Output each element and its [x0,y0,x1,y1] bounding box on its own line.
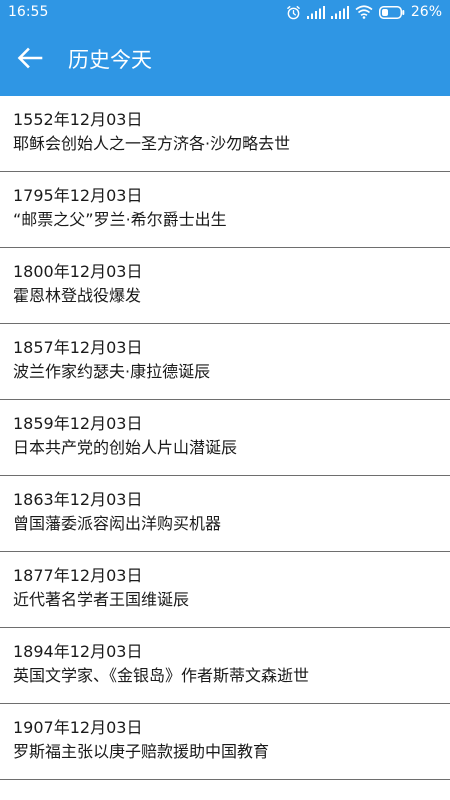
list-item[interactable]: 1907年12月03日 罗斯福主张以庚子赔款援助中国教育 [0,704,450,780]
arrow-left-icon [17,47,43,73]
event-list: 1552年12月03日 耶稣会创始人之一圣方济各·沙勿略去世 1795年12月0… [0,96,450,780]
alarm-icon [286,5,301,20]
list-item[interactable]: 1877年12月03日 近代著名学者王国维诞辰 [0,552,450,628]
event-description: 英国文学家、《金银岛》作者斯蒂文森逝世 [13,666,310,685]
event-date: 1800年12月03日 [13,262,143,281]
event-description: 近代著名学者王国维诞辰 [13,590,190,609]
event-description: “邮票之父”罗兰·希尔爵士出生 [13,210,227,229]
event-date: 1795年12月03日 [13,186,143,205]
list-item[interactable]: 1857年12月03日 波兰作家约瑟夫·康拉德诞辰 [0,324,450,400]
event-description: 波兰作家约瑟夫·康拉德诞辰 [13,362,211,381]
event-description: 日本共产党的创始人片山潜诞辰 [13,438,238,457]
list-item[interactable]: 1894年12月03日 英国文学家、《金银岛》作者斯蒂文森逝世 [0,628,450,704]
event-date: 1859年12月03日 [13,414,143,433]
status-bar: 16:55 26% [0,0,450,24]
event-date: 1907年12月03日 [13,718,143,737]
battery-icon [378,5,405,19]
list-item[interactable]: 1800年12月03日 霍恩林登战役爆发 [0,248,450,324]
event-date: 1552年12月03日 [13,110,143,129]
event-date: 1877年12月03日 [13,566,143,585]
signal-icon [306,5,325,19]
signal-icon [330,5,349,19]
list-item[interactable]: 1859年12月03日 日本共产党的创始人片山潜诞辰 [0,400,450,476]
event-description: 曾国藩委派容闳出洋购买机器 [13,514,222,533]
event-description: 耶稣会创始人之一圣方济各·沙勿略去世 [13,134,291,153]
list-item[interactable]: 1552年12月03日 耶稣会创始人之一圣方济各·沙勿略去世 [0,96,450,172]
wifi-icon [355,5,373,19]
event-date: 1894年12月03日 [13,642,143,661]
event-date: 1863年12月03日 [13,490,143,509]
battery-percent: 26% [410,4,442,20]
status-time: 16:55 [8,4,49,20]
list-item[interactable]: 1863年12月03日 曾国藩委派容闳出洋购买机器 [0,476,450,552]
status-icons: 26% [286,3,442,21]
back-button[interactable] [6,36,54,84]
event-date: 1857年12月03日 [13,338,143,357]
app-bar: 历史今天 [0,24,450,96]
event-description: 罗斯福主张以庚子赔款援助中国教育 [13,742,270,761]
list-item[interactable]: 1795年12月03日 “邮票之父”罗兰·希尔爵士出生 [0,172,450,248]
event-description: 霍恩林登战役爆发 [13,286,142,305]
page-title: 历史今天 [68,48,152,72]
